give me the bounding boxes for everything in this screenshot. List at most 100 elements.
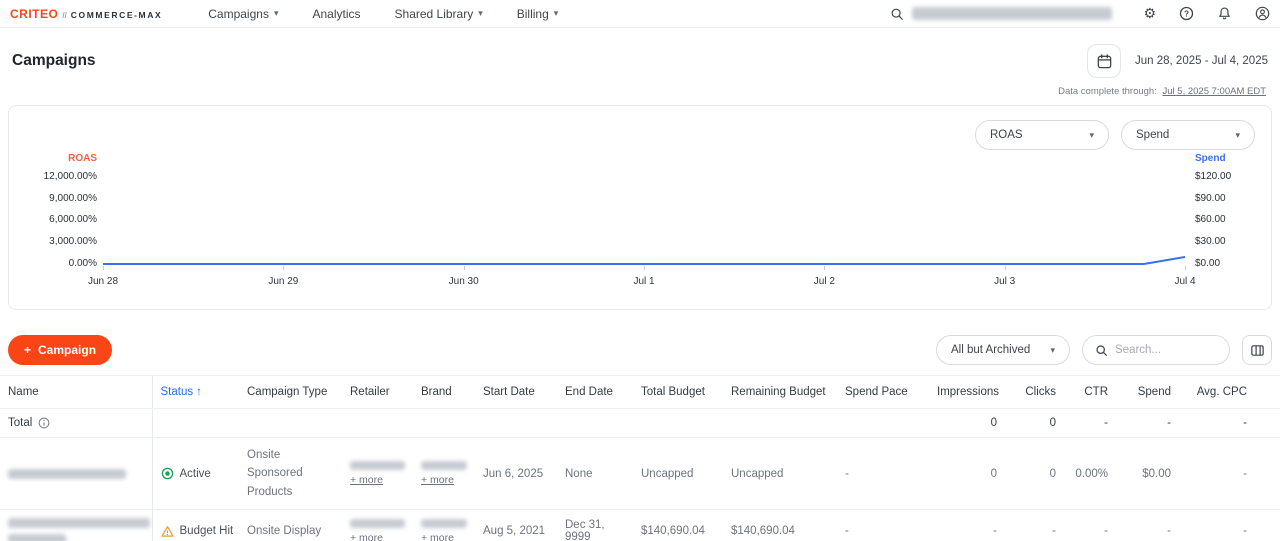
status-badge: Active [161, 467, 236, 480]
col-header-name[interactable]: Name [0, 376, 152, 409]
toolbar-right: All but Archived ▾ [936, 335, 1272, 365]
right-axis: Spend $120.00 $90.00 $60.00 $30.00 $0.00 [1185, 152, 1255, 292]
brand-redacted [421, 519, 467, 528]
remaining-budget: Uncapped [723, 438, 837, 510]
x-axis-tickmark [464, 266, 465, 270]
nav-billing-label: Billing [517, 7, 549, 21]
status-active-icon [161, 467, 174, 480]
left-axis-tick: 9,000.00% [25, 194, 103, 204]
campaign-name-cell[interactable] [0, 510, 152, 541]
bell-icon[interactable] [1217, 6, 1232, 21]
global-search[interactable] [890, 7, 1112, 21]
spend: - [1108, 510, 1171, 541]
archived-filter-value: All but Archived [951, 344, 1030, 356]
search-icon [890, 7, 904, 21]
spend: $0.00 [1108, 438, 1171, 510]
campaign-name-cell[interactable] [0, 438, 152, 510]
archived-filter-select[interactable]: All but Archived ▾ [936, 335, 1070, 365]
data-complete-link[interactable]: Jul 5, 2025 7:00AM EDT [1163, 86, 1267, 97]
retailer-more-link[interactable]: + more [350, 474, 383, 486]
col-header-spend[interactable]: Spend [1108, 376, 1171, 409]
status-warning-icon [161, 525, 174, 538]
left-axis-tick: 0.00% [25, 259, 103, 269]
calendar-icon [1096, 53, 1113, 70]
brand-logo[interactable]: CRITEO // COMMERCE-MAX [10, 7, 162, 21]
right-metric-value: Spend [1136, 129, 1169, 141]
nav-campaigns[interactable]: Campaigns ▾ [208, 7, 278, 21]
nav-billing[interactable]: Billing ▾ [517, 7, 559, 21]
retailer-more-link[interactable]: + more [350, 532, 383, 541]
left-metric-select[interactable]: ROAS ▾ [975, 120, 1109, 150]
total-budget: Uncapped [633, 438, 723, 510]
brand-redacted [421, 461, 467, 470]
col-header-status[interactable]: Status↑ [152, 376, 239, 409]
left-metric-value: ROAS [990, 129, 1023, 141]
col-header-impressions[interactable]: Impressions [937, 376, 997, 409]
x-axis-tickmark [824, 266, 825, 270]
spend-pace: - [837, 438, 937, 510]
app-root: CRITEO // COMMERCE-MAX Campaigns ▾ Analy… [0, 0, 1280, 541]
chevron-down-icon: ▾ [274, 9, 279, 18]
col-header-ctr[interactable]: CTR [1056, 376, 1108, 409]
new-campaign-button[interactable]: + Campaign [8, 335, 112, 365]
campaign-type: Onsite Display [239, 510, 342, 541]
col-header-remaining-budget[interactable]: Remaining Budget [723, 376, 837, 409]
chart-plot-area: Jun 28 Jun 29 Jun 30 Jul 1 Jul 2 Jul 3 J… [103, 152, 1185, 292]
remaining-budget: $140,690.04 [723, 510, 837, 541]
col-header-total-budget[interactable]: Total Budget [633, 376, 723, 409]
performance-chart-card: ROAS ▾ Spend ▾ ROAS 12,000.00% 9,000.00%… [8, 105, 1272, 310]
clicks: - [997, 510, 1056, 541]
total-label-group: Total [8, 417, 148, 429]
info-icon[interactable] [38, 417, 50, 429]
left-axis-tick: 3,000.00% [25, 237, 103, 247]
right-axis-tick: $120.00 [1185, 172, 1255, 182]
nav-shared-library[interactable]: Shared Library ▾ [395, 7, 483, 21]
right-metric-select[interactable]: Spend ▾ [1121, 120, 1255, 150]
col-header-brand[interactable]: Brand [413, 376, 475, 409]
table-header-row: Name Status↑ Campaign Type Retailer Bran… [0, 376, 1280, 409]
total-label: Total [8, 417, 32, 429]
col-header-spend-pace[interactable]: Spend Pace [837, 376, 937, 409]
new-campaign-label: Campaign [38, 343, 96, 357]
x-axis-label: Jun 30 [449, 276, 479, 287]
spend-line-series [103, 152, 1185, 292]
nav-shared-library-label: Shared Library [395, 7, 474, 21]
x-axis-tickmark [1005, 266, 1006, 270]
brand-more-link[interactable]: + more [421, 532, 454, 541]
end-date: Dec 31, 9999 [557, 510, 633, 541]
x-axis-label: Jul 2 [814, 276, 835, 287]
col-header-avg-cpc[interactable]: Avg. CPC [1171, 376, 1280, 409]
total-budget: $140,690.04 [633, 510, 723, 541]
nav-analytics[interactable]: Analytics [312, 7, 360, 21]
col-header-retailer[interactable]: Retailer [342, 376, 413, 409]
campaign-search [1082, 335, 1230, 365]
svg-text:?: ? [1184, 9, 1189, 18]
total-row: Total 0 0 - - - [0, 409, 1280, 438]
nav-campaigns-label: Campaigns [208, 7, 269, 21]
plus-icon: + [24, 343, 31, 357]
brand-logo-primary: CRITEO [10, 7, 58, 21]
date-range-value[interactable]: Jun 28, 2025 - Jul 4, 2025 [1135, 55, 1268, 67]
col-header-clicks[interactable]: Clicks [997, 376, 1056, 409]
start-date: Jun 6, 2025 [475, 438, 557, 510]
date-picker-button[interactable] [1087, 44, 1121, 78]
brand-logo-suite: COMMERCE-MAX [71, 10, 162, 20]
brand-more-link[interactable]: + more [421, 474, 454, 486]
nav-analytics-label: Analytics [312, 7, 360, 21]
search-icon [1095, 344, 1108, 357]
col-header-campaign-type[interactable]: Campaign Type [239, 376, 342, 409]
help-icon[interactable]: ? [1179, 6, 1194, 21]
sort-ascending-icon: ↑ [196, 386, 202, 398]
col-header-start-date[interactable]: Start Date [475, 376, 557, 409]
column-settings-button[interactable] [1242, 335, 1272, 365]
x-axis-tickmark [283, 266, 284, 270]
retailer-cell: + more [342, 438, 413, 510]
topnav-right: ⚙ ? [890, 5, 1270, 22]
campaign-search-input[interactable] [1115, 344, 1217, 356]
account-icon[interactable] [1255, 6, 1270, 21]
col-header-end-date[interactable]: End Date [557, 376, 633, 409]
retailer-redacted [350, 461, 405, 470]
dual-axis-line-chart: ROAS 12,000.00% 9,000.00% 6,000.00% 3,00… [25, 152, 1255, 292]
total-spend: - [1108, 409, 1171, 438]
gear-icon[interactable]: ⚙ [1143, 5, 1156, 22]
